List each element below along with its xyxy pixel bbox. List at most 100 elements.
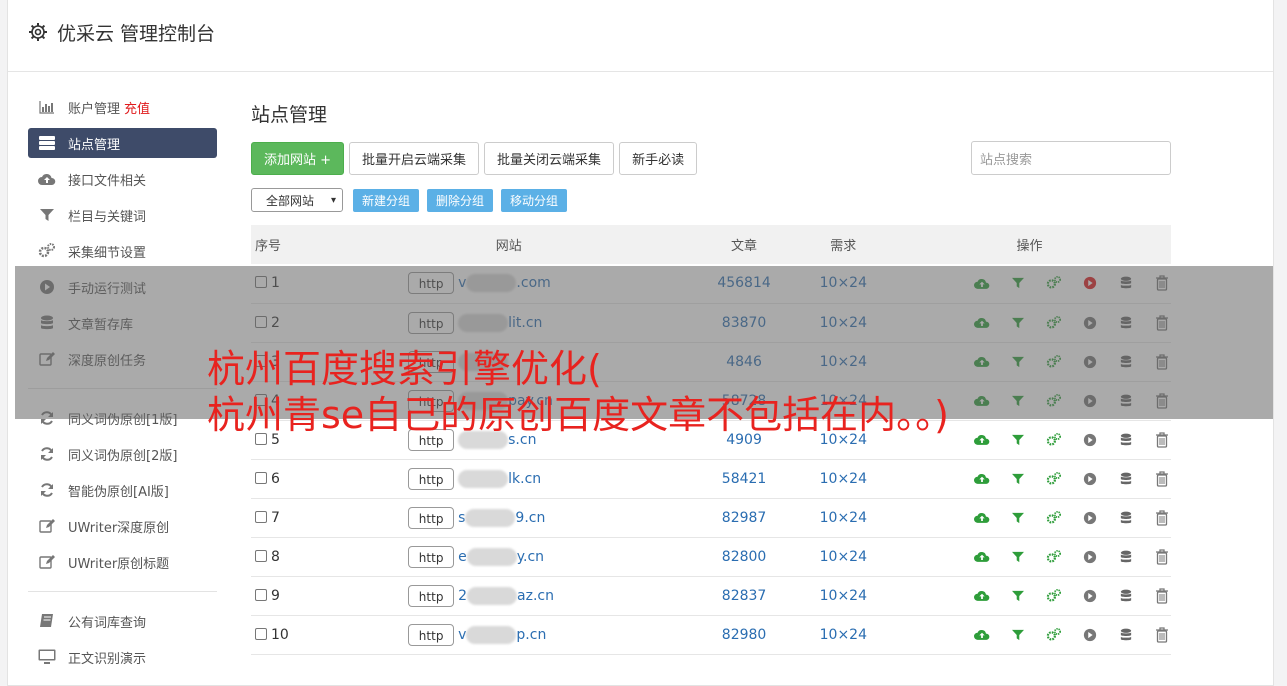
recharge-link[interactable]: 充值 [124,98,150,117]
sidebar-item[interactable]: 站点管理 [28,128,217,158]
cloud-upload-icon[interactable] [973,587,991,605]
gear-icon[interactable] [28,22,48,42]
gears-icon[interactable] [1045,470,1063,488]
new-group-button[interactable]: 新建分组 [353,188,420,212]
filter-icon[interactable] [1009,509,1027,527]
row-no-cell: 7 [251,498,328,537]
group-select[interactable]: 全部网站 ▾ [251,188,343,212]
play-circle-icon[interactable] [1081,509,1099,527]
action-icons [888,626,1171,644]
sidebar-item[interactable]: 正文识别演示 [28,642,217,672]
trash-icon[interactable] [1153,626,1171,644]
col-articles: 文章 [731,239,758,254]
protocol-badge[interactable]: http [408,467,455,490]
row-site-cell: http lk.cn [328,459,689,498]
batch-enable-button[interactable]: 批量开启云端采集 [349,141,480,175]
play-circle-icon[interactable] [1081,626,1099,644]
gears-icon[interactable] [1045,548,1063,566]
trash-icon[interactable] [1153,431,1171,449]
play-circle-icon[interactable] [1081,548,1099,566]
sidebar-item[interactable]: UWriter深度原创 [28,511,217,541]
sidebar-item-label: 同义词伪原创[2版] [68,448,178,464]
filter-icon[interactable] [1009,431,1027,449]
site-search-input[interactable]: 站点搜索 [971,141,1171,175]
protocol-badge[interactable]: http [408,506,455,529]
sidebar-item[interactable]: 接口文件相关 [28,164,217,194]
protocol-badge[interactable]: http [408,623,455,646]
trash-icon[interactable] [1153,587,1171,605]
domain-prefix: v [458,626,467,643]
database-icon[interactable] [1117,509,1135,527]
row-articles[interactable]: 58421 [690,459,799,498]
move-group-button[interactable]: 移动分组 [501,188,568,212]
play-circle-icon[interactable] [1081,470,1099,488]
row-articles[interactable]: 82837 [690,576,799,615]
sidebar-item[interactable]: 采集细节设置 [28,236,217,266]
play-circle-icon[interactable] [1081,587,1099,605]
caption-text: 杭州百度搜索引擎优化( 杭州青se自己的原创百度文章不包括在内。。) [207,346,949,438]
filter-icon[interactable] [1009,548,1027,566]
row-demand[interactable]: 10×24 [799,615,888,654]
sidebar-item[interactable]: 同义词伪原创[2版] [28,439,217,469]
caption-line-2: 杭州青se自己的原创百度文章不包括在内。。) [207,393,950,437]
row-demand[interactable]: 10×24 [799,537,888,576]
site-domain[interactable]: 2 az.cn [458,586,554,605]
site-domain[interactable]: s 9.cn [458,508,545,527]
filter-icon[interactable] [1009,626,1027,644]
server-icon [38,135,56,151]
row-no-cell: 6 [251,459,328,498]
row-checkbox[interactable] [255,471,267,484]
batch-disable-button[interactable]: 批量关闭云端采集 [484,141,615,175]
gears-icon[interactable] [1045,431,1063,449]
add-site-button[interactable]: 添加网站 + [251,141,345,175]
row-articles[interactable]: 82980 [690,615,799,654]
edit-icon [38,554,56,570]
cloud-upload-icon[interactable] [973,626,991,644]
cloud-upload-icon[interactable] [973,431,991,449]
trash-icon[interactable] [1153,509,1171,527]
site-domain[interactable]: e y.cn [458,547,544,566]
site-domain[interactable]: v p.cn [458,625,546,644]
sidebar-item-label: 账户管理 [68,101,121,117]
guide-button[interactable]: 新手必读 [619,141,698,175]
domain-prefix: 2 [458,587,468,604]
cloud-upload-icon[interactable] [973,470,991,488]
row-no: 7 [271,509,280,526]
protocol-badge[interactable]: http [408,545,455,568]
domain-prefix: s [458,509,466,526]
filter-icon[interactable] [1009,587,1027,605]
sidebar-item[interactable]: 栏目与关键词 [28,200,217,230]
row-checkbox[interactable] [255,588,267,601]
row-demand[interactable]: 10×24 [799,459,888,498]
filter-icon[interactable] [1009,470,1027,488]
trash-icon[interactable] [1153,548,1171,566]
cloud-upload-icon[interactable] [973,509,991,527]
database-icon[interactable] [1117,587,1135,605]
gears-icon[interactable] [1045,587,1063,605]
protocol-badge[interactable]: http [408,584,455,607]
row-checkbox[interactable] [255,627,267,640]
sidebar-item[interactable]: 智能伪原创[AI版] [28,475,217,505]
sidebar-item[interactable]: UWriter原创标题 [28,547,217,577]
delete-group-button[interactable]: 删除分组 [427,188,494,212]
row-articles[interactable]: 82987 [690,498,799,537]
database-icon[interactable] [1117,470,1135,488]
row-checkbox[interactable] [255,549,267,562]
gears-icon[interactable] [1045,626,1063,644]
trash-icon[interactable] [1153,470,1171,488]
cloud-upload-icon[interactable] [973,548,991,566]
row-checkbox[interactable] [255,510,267,523]
play-circle-icon[interactable] [1081,431,1099,449]
row-demand[interactable]: 10×24 [799,498,888,537]
sidebar-item[interactable]: 账户管理 充值 [28,92,217,122]
row-demand[interactable]: 10×24 [799,576,888,615]
row-articles[interactable]: 82800 [690,537,799,576]
database-icon[interactable] [1117,626,1135,644]
database-icon[interactable] [1117,431,1135,449]
gears-icon[interactable] [1045,509,1063,527]
table-row: 6 http lk.cn 58421 10×24 [251,459,1171,498]
database-icon[interactable] [1117,548,1135,566]
site-domain[interactable]: lk.cn [458,469,541,488]
sidebar-item[interactable]: 公有词库查询 [28,606,217,636]
redacted-mask [466,547,517,566]
